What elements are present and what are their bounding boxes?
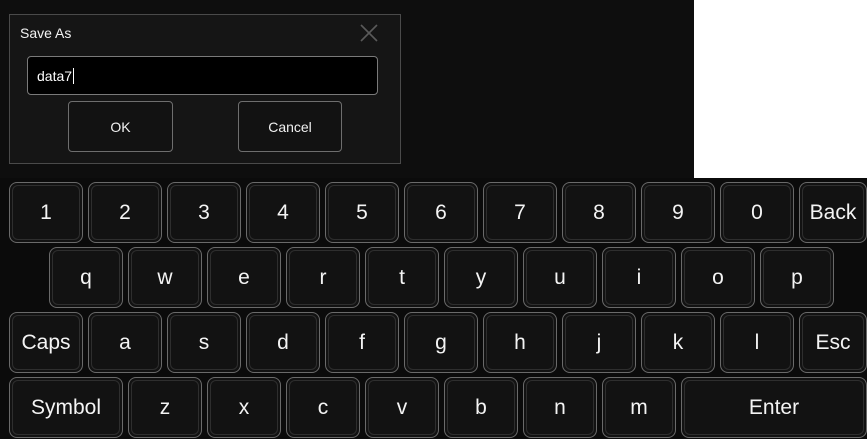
close-icon[interactable] (358, 22, 380, 44)
key-0[interactable]: 0 (720, 182, 794, 243)
on-screen-keyboard: 1 2 3 4 5 6 7 8 9 0 Back q w e r t y u i… (0, 178, 867, 439)
key-caps[interactable]: Caps (9, 312, 83, 373)
key-q[interactable]: q (49, 247, 123, 308)
key-s[interactable]: s (167, 312, 241, 373)
key-l[interactable]: l (720, 312, 794, 373)
key-e[interactable]: e (207, 247, 281, 308)
key-1[interactable]: 1 (9, 182, 83, 243)
key-4[interactable]: 4 (246, 182, 320, 243)
key-6[interactable]: 6 (404, 182, 478, 243)
key-9[interactable]: 9 (641, 182, 715, 243)
key-enter[interactable]: Enter (681, 377, 867, 438)
key-n[interactable]: n (523, 377, 597, 438)
filename-value: data7 (37, 67, 73, 84)
cancel-button[interactable]: Cancel (238, 101, 342, 152)
key-7[interactable]: 7 (483, 182, 557, 243)
key-5[interactable]: 5 (325, 182, 399, 243)
key-x[interactable]: x (207, 377, 281, 438)
key-t[interactable]: t (365, 247, 439, 308)
key-h[interactable]: h (483, 312, 557, 373)
save-as-dialog: Save As data7 OK Cancel (9, 14, 401, 164)
key-r[interactable]: r (286, 247, 360, 308)
key-u[interactable]: u (523, 247, 597, 308)
key-k[interactable]: k (641, 312, 715, 373)
key-z[interactable]: z (128, 377, 202, 438)
key-g[interactable]: g (404, 312, 478, 373)
key-back[interactable]: Back (799, 182, 867, 243)
key-f[interactable]: f (325, 312, 399, 373)
key-j[interactable]: j (562, 312, 636, 373)
key-w[interactable]: w (128, 247, 202, 308)
key-i[interactable]: i (602, 247, 676, 308)
key-m[interactable]: m (602, 377, 676, 438)
key-y[interactable]: y (444, 247, 518, 308)
key-c[interactable]: c (286, 377, 360, 438)
key-v[interactable]: v (365, 377, 439, 438)
ok-button[interactable]: OK (68, 101, 173, 152)
key-b[interactable]: b (444, 377, 518, 438)
filename-input[interactable]: data7 (27, 56, 378, 95)
key-d[interactable]: d (246, 312, 320, 373)
key-symbol[interactable]: Symbol (9, 377, 123, 438)
key-esc[interactable]: Esc (799, 312, 867, 373)
key-3[interactable]: 3 (167, 182, 241, 243)
dialog-title: Save As (20, 25, 72, 41)
key-o[interactable]: o (681, 247, 755, 308)
key-8[interactable]: 8 (562, 182, 636, 243)
key-a[interactable]: a (88, 312, 162, 373)
key-p[interactable]: p (760, 247, 834, 308)
text-cursor (73, 67, 75, 84)
key-2[interactable]: 2 (88, 182, 162, 243)
